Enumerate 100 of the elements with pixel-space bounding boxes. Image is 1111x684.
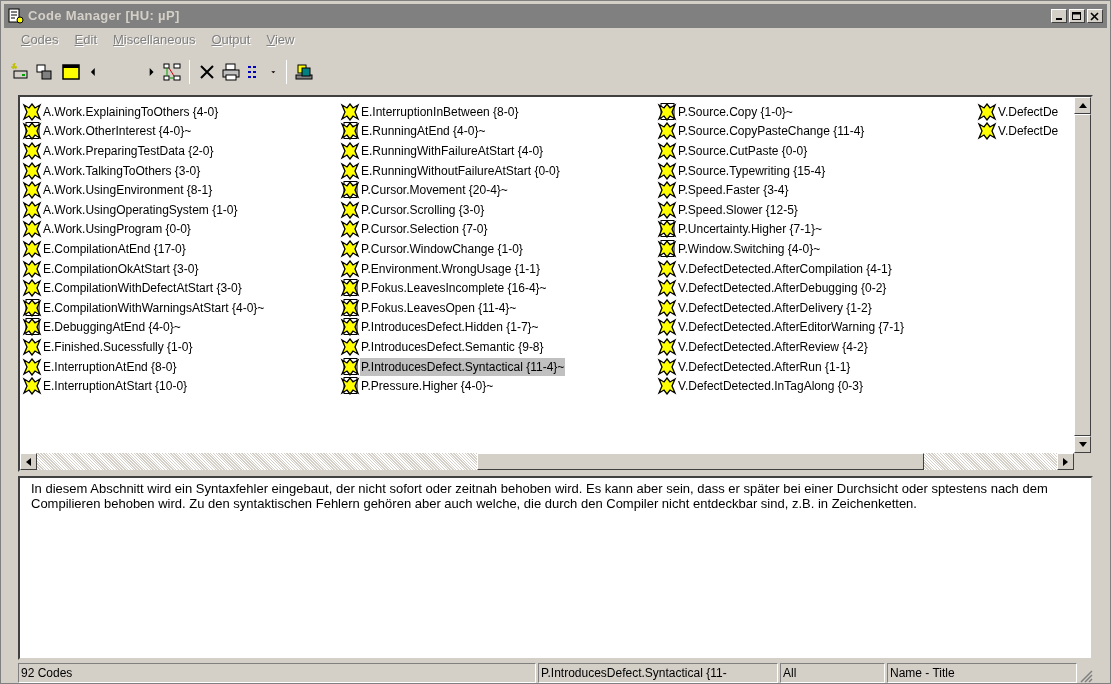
- code-list-item[interactable]: V.DefectDetected.AfterReview {4-2}: [657, 337, 977, 357]
- code-list-item[interactable]: P.Cursor.Selection {7-0}: [340, 219, 657, 240]
- scroll-down-button[interactable]: [1074, 436, 1091, 453]
- code-icon: [977, 122, 997, 141]
- code-list-item[interactable]: E.DebuggingAtEnd {4-0}~: [22, 317, 340, 338]
- code-list-item[interactable]: E.InterruptionAtStart {10-0}: [22, 376, 340, 396]
- code-icon: [657, 279, 677, 298]
- code-list-item[interactable]: P.Pressure.Higher {4-0}~: [340, 376, 657, 396]
- app-icon: [8, 8, 24, 24]
- memo-code-icon: [22, 298, 42, 317]
- code-icon: [340, 239, 360, 258]
- right-arrow-icon: [1063, 457, 1068, 466]
- memo-code-icon: [22, 122, 42, 141]
- code-list-item[interactable]: E.RunningAtEnd {4-0}~: [340, 121, 657, 142]
- code-list-item[interactable]: P.Speed.Faster {3-4}: [657, 180, 977, 200]
- code-list-item[interactable]: V.DefectDetected.InTagAlong {0-3}: [657, 376, 977, 396]
- code-list-item[interactable]: V.DefectDetected.AfterRun {1-1}: [657, 356, 977, 377]
- code-list-item[interactable]: E.InterruptionAtEnd {8-0}: [22, 356, 340, 377]
- code-icon: [22, 259, 42, 278]
- maximize-icon: [1072, 11, 1082, 21]
- memo-code-icon: [657, 239, 677, 258]
- code-list-item[interactable]: P.IntroducesDefect.Semantic {9-8}: [340, 337, 657, 357]
- memo-code-icon: [657, 102, 677, 121]
- code-list-item[interactable]: P.Source.Typewriting {15-4}: [657, 160, 977, 181]
- close-icon: [1090, 11, 1100, 21]
- print-icon[interactable]: [220, 60, 242, 84]
- status-bar-panel: P.IntroducesDefect.Syntactical {11-: [538, 663, 778, 683]
- code-icon: [22, 377, 42, 396]
- memo-code-icon: [657, 220, 677, 239]
- description-text: In diesem Abschnitt wird ein Syntaxfehler eingebaut, der nicht sofort oder zeitnah behoben wird. Es kann aber sein, dass er später bei einer Durchsicht oder sptestens nach dem Compilieren behoben wird. Zu den syntaktischen Fehlern gehören aber auch welche, die durch den Compiler nicht entdeckbar sind, z.B. in Zeichenketten.: [31, 481, 1049, 511]
- status-bar-panel: Name - Title: [887, 663, 1077, 683]
- memo-code-icon: [340, 279, 360, 298]
- code-list-item[interactable]: P.Fokus.LeavesIncomplete {16-4}~: [340, 278, 657, 298]
- status-bar-panel: 92 Codes: [18, 663, 536, 683]
- code-list-item[interactable]: E.RunningWithFailureAtStart {4-0}: [340, 141, 657, 161]
- code-icon: [657, 318, 677, 337]
- status-bar-panel: All: [780, 663, 885, 683]
- code-list-item[interactable]: E.CompilationAtEnd {17-0}: [22, 239, 340, 259]
- scroll-up-button[interactable]: [1074, 97, 1091, 114]
- left-arrow-icon: [26, 457, 31, 466]
- code-list-item[interactable]: P.Uncertainty.Higher {7-1}~: [657, 219, 977, 240]
- code-list-item[interactable]: E.CompilationWithDefectAtStart {3-0}: [22, 278, 340, 298]
- code-list-item[interactable]: V.DefectDetected.AfterDelivery {1-2}: [657, 297, 977, 318]
- code-list-item[interactable]: P.Environment.WrongUsage {1-1}: [340, 258, 657, 279]
- code-icon: [340, 102, 360, 121]
- code-list-item[interactable]: V.DefectDe: [977, 102, 1074, 122]
- code-icon: [657, 181, 677, 200]
- code-list-item[interactable]: P.Cursor.Scrolling {3-0}: [340, 199, 657, 220]
- code-list-item[interactable]: A.Work.UsingEnvironment {8-1}: [22, 180, 340, 200]
- code-list-item[interactable]: A.Work.OtherInterest {4-0}~: [22, 121, 340, 142]
- code-icon: [22, 239, 42, 258]
- code-list-item[interactable]: E.InterruptionInBetween {8-0}: [340, 102, 657, 122]
- code-list-item[interactable]: V.DefectDetected.AfterEditorWarning {7-1}: [657, 317, 977, 338]
- code-list-item[interactable]: P.IntroducesDefect.Hidden {1-7}~: [340, 317, 657, 338]
- code-list-item[interactable]: E.CompilationWithWarningsAtStart {4-0}~: [22, 297, 340, 318]
- code-icon: [340, 200, 360, 219]
- code-list-item[interactable]: P.Source.CopyPasteChange {11-4}: [657, 121, 977, 142]
- code-list-item[interactable]: P.Cursor.Movement {20-4}~: [340, 180, 657, 200]
- code-icon: [657, 200, 677, 219]
- code-list-item[interactable]: A.Work.ExplainingToOthers {4-0}: [22, 102, 340, 122]
- code-list-item[interactable]: A.Work.UsingOperatingSystem {1-0}: [22, 199, 340, 220]
- description-box[interactable]: [18, 476, 1093, 660]
- code-list-item[interactable]: E.CompilationOkAtStart {3-0}: [22, 258, 340, 279]
- code-list-item[interactable]: V.DefectDetected.AfterCompilation {4-1}: [657, 258, 977, 279]
- code-list-item[interactable]: A.Work.UsingProgram {0-0}: [22, 219, 340, 240]
- code-icon: [657, 161, 677, 180]
- code-list-item[interactable]: A.Work.PreparingTestData {2-0}: [22, 141, 340, 161]
- down-arrow-icon: [1078, 442, 1087, 447]
- code-icon: [340, 220, 360, 239]
- code-list-item[interactable]: P.Cursor.WindowChange {1-0}: [340, 239, 657, 259]
- code-list-item[interactable]: E.RunningWithoutFailureAtStart {0-0}: [340, 160, 657, 181]
- code-icon: [657, 142, 677, 160]
- code-list-item[interactable]: P.Speed.Slower {12-5}: [657, 199, 977, 220]
- resize-grip-icon[interactable]: [1079, 669, 1093, 683]
- code-list-item[interactable]: V.DefectDetected.AfterDebugging {0-2}: [657, 278, 977, 298]
- minimize-icon: [1056, 18, 1062, 20]
- code-list-item[interactable]: E.Finished.Sucessfully {1-0}: [22, 337, 340, 357]
- code-list-item[interactable]: P.Fokus.LeavesOpen {11-4}~: [340, 297, 657, 318]
- maximize-button[interactable]: [1069, 9, 1085, 23]
- code-icon: [657, 337, 677, 356]
- scroll-right-button[interactable]: [1057, 453, 1074, 470]
- window-title: Code Manager [HU: µP]: [28, 7, 180, 26]
- code-list-item[interactable]: A.Work.TalkingToOthers {3-0}: [22, 160, 340, 181]
- scroll-left-button[interactable]: [20, 453, 37, 470]
- tree-icon[interactable]: [161, 60, 183, 84]
- code-icon: [657, 377, 677, 396]
- code-list-item[interactable]: P.Source.CutPaste {0-0}: [657, 141, 977, 161]
- memo-code-icon: [340, 318, 360, 337]
- code-list-item[interactable]: V.DefectDe: [977, 121, 1074, 142]
- horizontal-scrollbar[interactable]: [20, 453, 1074, 470]
- minimize-button[interactable]: [1051, 9, 1067, 23]
- scroll-thumb[interactable]: [477, 453, 924, 470]
- memo-code-icon: [340, 357, 360, 376]
- close-button[interactable]: [1087, 9, 1103, 23]
- code-list-item[interactable]: P.Window.Switching {4-0}~: [657, 239, 977, 259]
- code-icon: [657, 259, 677, 278]
- code-list-item[interactable]: P.Source.Copy {1-0}~: [657, 102, 977, 122]
- code-icon: [340, 161, 360, 180]
- code-icon: [22, 357, 42, 376]
- code-icon: [22, 279, 42, 298]
